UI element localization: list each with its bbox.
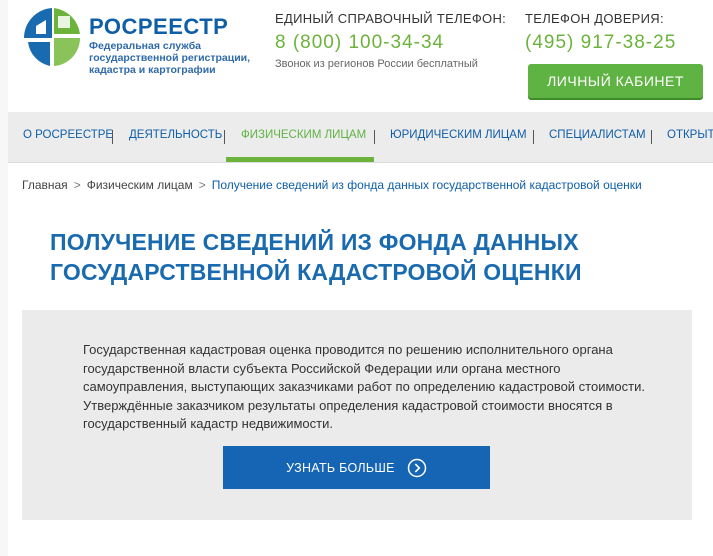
trust-line-block: ТЕЛЕФОН ДОВЕРИЯ: (495) 917-38-25 [525, 11, 676, 54]
brand-subtitle: Федеральная служба государственной регис… [89, 40, 251, 76]
hotline-title: ЕДИНЫЙ СПРАВОЧНЫЙ ТЕЛЕФОН: [275, 11, 507, 26]
personal-cabinet-button[interactable]: ЛИЧНЫЙ КАБИНЕТ [528, 64, 703, 98]
nav-separator [224, 130, 225, 144]
breadcrumb: Главная > Физическим лицам > Получение сведе… [22, 178, 642, 192]
breadcrumb-separator: > [198, 178, 206, 192]
nav-separator [651, 130, 652, 144]
info-description: Государственная кадастровая оценка прово… [83, 342, 645, 431]
main-nav: О РОСРЕЕСТРЕ ДЕЯТЕЛЬНОСТЬ ФИЗИЧЕСКИМ ЛИЦ… [8, 112, 713, 163]
hotline-note: Звонок из регионов России бесплатный [275, 58, 478, 70]
nav-separator [374, 130, 375, 144]
nav-active-indicator [226, 157, 374, 162]
hotline-block: ЕДИНЫЙ СПРАВОЧНЫЙ ТЕЛЕФОН: 8 (800) 100-3… [275, 11, 506, 70]
learn-more-label: УЗНАТЬ БОЛЬШЕ [286, 460, 395, 475]
page: РОСРЕЕСТР Федеральная служба государстве… [0, 0, 713, 556]
breadcrumb-separator: > [73, 178, 81, 192]
rosreestr-logo-icon[interactable] [22, 6, 82, 70]
trust-line-title: ТЕЛЕФОН ДОВЕРИЯ: [525, 11, 664, 26]
nav-item-individuals[interactable]: ФИЗИЧЕСКИМ ЛИЦАМ [241, 112, 366, 162]
nav-item-open[interactable]: ОТКРЫТА [667, 112, 713, 162]
breadcrumb-current: Получение сведений из фонда данных госуд… [211, 178, 642, 192]
nav-item-about[interactable]: О РОСРЕЕСТРЕ [23, 112, 113, 162]
hotline-number[interactable]: 8 (800) 100-34-34 [275, 32, 506, 54]
nav-item-specialists[interactable]: СПЕЦИАЛИСТАМ [549, 112, 646, 162]
nav-item-activity[interactable]: ДЕЯТЕЛЬНОСТЬ [129, 112, 222, 162]
nav-separator [112, 130, 113, 144]
learn-more-button[interactable]: УЗНАТЬ БОЛЬШЕ [223, 446, 490, 489]
nav-item-legal-entities[interactable]: ЮРИДИЧЕСКИМ ЛИЦАМ [390, 112, 527, 162]
trust-line-number[interactable]: (495) 917-38-25 [525, 32, 676, 54]
brand-name[interactable]: РОСРЕЕСТР [89, 14, 228, 40]
nav-separator [533, 130, 534, 144]
page-title: ПОЛУЧЕНИЕ СВЕДЕНИЙ ИЗ ФОНДА ДАННЫХ ГОСУД… [50, 229, 582, 285]
left-decor-strip [0, 0, 8, 556]
info-box: Государственная кадастровая оценка прово… [22, 310, 692, 520]
chevron-right-circle-icon [407, 458, 427, 477]
breadcrumb-section[interactable]: Физическим лицам [87, 178, 193, 192]
breadcrumb-home[interactable]: Главная [22, 178, 68, 192]
